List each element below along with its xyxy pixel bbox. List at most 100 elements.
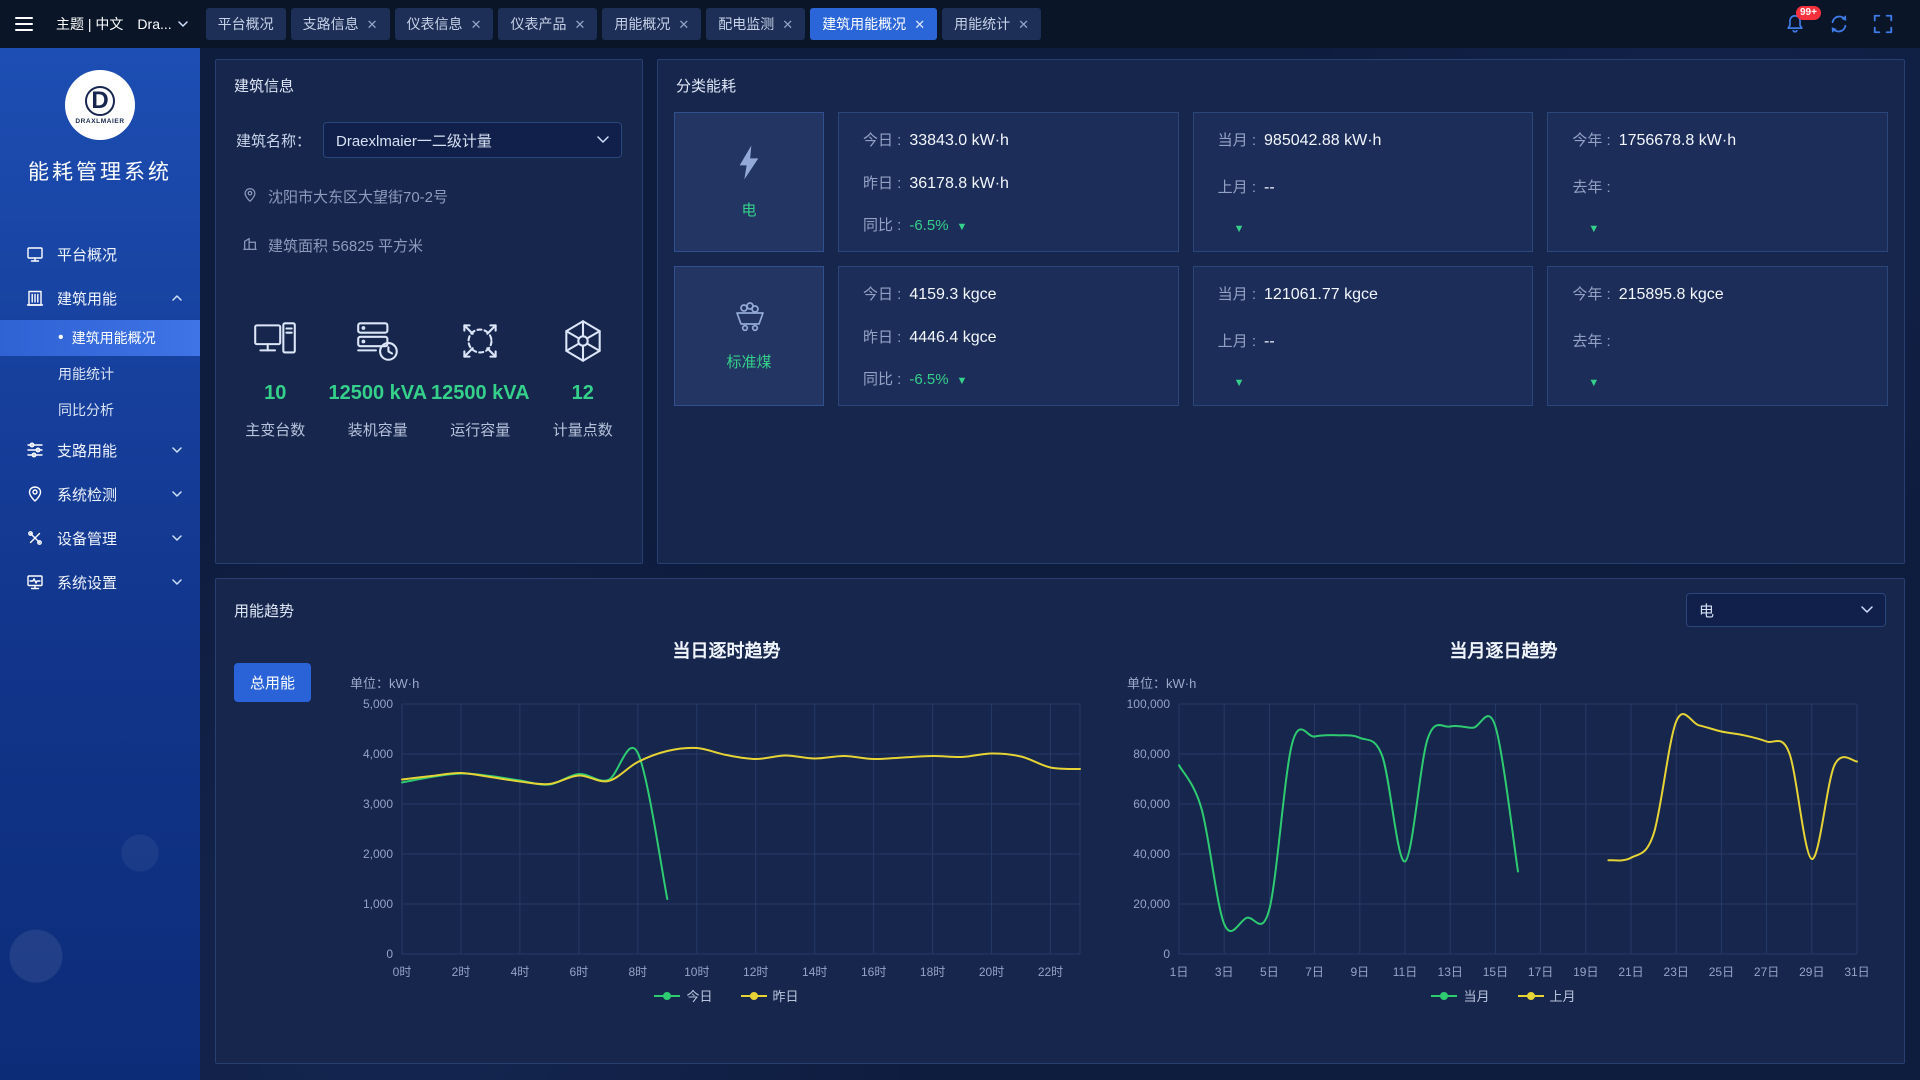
tab-meter-product[interactable]: 仪表产品✕	[498, 8, 597, 40]
building-select-value: Draexlmaier一二级计量	[336, 130, 492, 151]
close-icon[interactable]: ✕	[782, 18, 793, 31]
svg-text:80,000: 80,000	[1133, 747, 1170, 761]
tab-power-distribution-monitor[interactable]: 配电监测✕	[706, 8, 805, 40]
theme-language-switch[interactable]: 主题 | 中文	[56, 14, 123, 34]
stat-main-transformers: 10 主变台数	[224, 308, 327, 440]
svg-text:0: 0	[1163, 947, 1170, 961]
close-icon[interactable]: ✕	[914, 18, 925, 31]
chevron-down-icon	[172, 447, 182, 453]
down-triangle-icon: ▼	[957, 221, 968, 233]
sliders-icon	[26, 441, 44, 459]
tab-platform-overview[interactable]: 平台概况	[206, 8, 286, 40]
notifications-bell-icon[interactable]: 99+	[1784, 13, 1806, 35]
sidebar-item-system-settings[interactable]: 系统设置	[0, 560, 200, 604]
tab-energy-statistics[interactable]: 用能统计✕	[942, 8, 1041, 40]
user-menu-label: Dra...	[137, 16, 171, 32]
legend-item[interactable]: 当月	[1431, 986, 1489, 1005]
sidebar-item-energy-statistics[interactable]: 用能统计	[0, 356, 200, 392]
user-menu[interactable]: Dra...	[137, 16, 187, 32]
svg-text:100,000: 100,000	[1127, 697, 1171, 711]
legend-item[interactable]: 昨日	[741, 986, 799, 1005]
down-triangle-icon: ▼	[1234, 223, 1245, 235]
tab-meter-info[interactable]: 仪表信息✕	[395, 8, 494, 40]
chevron-down-icon	[597, 136, 609, 144]
sidebar-item-yoy-analysis[interactable]: 同比分析	[0, 392, 200, 428]
svg-text:11日: 11日	[1393, 965, 1417, 979]
chevron-down-icon	[172, 535, 182, 541]
svg-text:0时: 0时	[393, 965, 412, 979]
close-icon[interactable]: ✕	[1018, 18, 1029, 31]
svg-text:1,000: 1,000	[363, 897, 393, 911]
legend-line-icon	[1518, 991, 1544, 1001]
sidebar-item-building-energy[interactable]: 建筑用能	[0, 276, 200, 320]
building-name-label: 建筑名称：	[236, 130, 311, 151]
close-icon[interactable]: ✕	[367, 18, 378, 31]
svg-text:10时: 10时	[684, 965, 709, 979]
menu-toggle-icon[interactable]	[0, 17, 48, 31]
tab-bar: 平台概况 支路信息✕ 仪表信息✕ 仪表产品✕ 用能概况✕ 配电监测✕ 建筑用能概…	[206, 8, 1784, 40]
tools-icon	[26, 529, 44, 547]
building-address: 沈阳市大东区大望街70-2号	[268, 186, 448, 207]
energy-type-select[interactable]: 电	[1686, 593, 1886, 627]
svg-text:17日: 17日	[1528, 965, 1553, 979]
sidebar-item-building-energy-overview[interactable]: • 建筑用能概况	[0, 320, 200, 356]
sidebar-nav: 平台概况 建筑用能 • 建筑用能概况 用能统计 同比分析 支路用能	[0, 232, 200, 604]
coal-cart-icon	[729, 300, 769, 339]
tab-branch-info[interactable]: 支路信息✕	[291, 8, 390, 40]
svg-text:15日: 15日	[1483, 965, 1508, 979]
coal-category-tile: 标准煤	[674, 266, 824, 406]
close-icon[interactable]: ✕	[471, 18, 482, 31]
building-info-panel: 建筑信息 建筑名称： Draexlmaier一二级计量 沈阳市大东区大望街70-…	[215, 59, 643, 564]
topbar-actions: 99+	[1784, 13, 1894, 35]
refresh-icon[interactable]	[1828, 13, 1850, 35]
legend-line-icon	[741, 991, 767, 1001]
app-title: 能耗管理系统	[28, 156, 172, 186]
svg-text:23日: 23日	[1664, 965, 1689, 979]
electricity-category-tile: 电	[674, 112, 824, 252]
svg-text:1日: 1日	[1170, 965, 1189, 979]
legend-item[interactable]: 上月	[1518, 986, 1576, 1005]
svg-text:21日: 21日	[1618, 965, 1643, 979]
stat-installed-capacity: 12500 kVA 装机容量	[327, 308, 430, 440]
chart-unit-label: 单位：kW·h	[1127, 673, 1892, 692]
chevron-down-icon	[172, 491, 182, 497]
close-icon[interactable]: ✕	[574, 18, 585, 31]
notification-badge: 99+	[1796, 6, 1821, 20]
sidebar-item-device-management[interactable]: 设备管理	[0, 516, 200, 560]
main-content: 建筑信息 建筑名称： Draexlmaier一二级计量 沈阳市大东区大望街70-…	[200, 48, 1920, 1080]
building-area: 建筑面积 56825 平方米	[268, 235, 423, 256]
svg-text:0: 0	[386, 947, 393, 961]
stat-running-capacity: 12500 kVA 运行容量	[429, 308, 532, 440]
svg-text:14时: 14时	[802, 965, 827, 979]
svg-text:27日: 27日	[1754, 965, 1779, 979]
monthly-daily-trend-block: 当月逐日趋势 单位：kW·h 020,00040,00060,00080,000…	[1115, 629, 1892, 1063]
tab-building-energy-overview[interactable]: 建筑用能概况✕	[810, 8, 937, 40]
circular-flow-icon	[429, 308, 532, 366]
close-icon[interactable]: ✕	[678, 18, 689, 31]
chevron-down-icon	[178, 21, 188, 27]
energy-type-select-value: 电	[1699, 600, 1714, 621]
svg-text:7日: 7日	[1305, 965, 1324, 979]
sidebar-item-system-detection[interactable]: 系统检测	[0, 472, 200, 516]
chevron-down-icon	[1861, 606, 1873, 614]
svg-text:31日: 31日	[1844, 965, 1869, 979]
tab-energy-overview[interactable]: 用能概况✕	[602, 8, 701, 40]
svg-text:40,000: 40,000	[1133, 847, 1170, 861]
sidebar-item-platform-overview[interactable]: 平台概况	[0, 232, 200, 276]
chart-legend: 今日 昨日	[338, 986, 1115, 1005]
svg-text:20,000: 20,000	[1133, 897, 1170, 911]
fullscreen-icon[interactable]	[1872, 13, 1894, 35]
energy-stat-card: 当月 :985042.88 kW·h 上月 :-- ▼	[1193, 112, 1534, 252]
total-energy-button[interactable]: 总用能	[234, 663, 311, 702]
building-select[interactable]: Draexlmaier一二级计量	[323, 122, 622, 158]
legend-line-icon	[1431, 991, 1457, 1001]
legend-item[interactable]: 今日	[654, 986, 712, 1005]
down-triangle-icon: ▼	[1234, 377, 1245, 389]
sidebar-item-branch-energy[interactable]: 支路用能	[0, 428, 200, 472]
energy-stat-card: 当月 :121061.77 kgce 上月 :-- ▼	[1193, 266, 1534, 406]
energy-stat-card: 今年 :1756678.8 kW·h 去年 : ▼	[1547, 112, 1888, 252]
svg-text:25日: 25日	[1709, 965, 1734, 979]
bullet-icon: •	[58, 330, 64, 346]
computer-icon	[224, 308, 327, 366]
svg-text:4时: 4时	[511, 965, 530, 979]
